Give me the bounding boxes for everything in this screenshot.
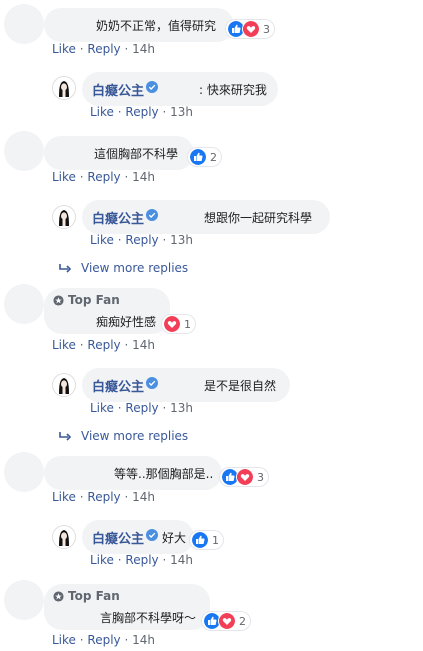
comment-actions: Like · Reply · 14h [52, 170, 156, 184]
comment-text: 這個胸部不科學 [94, 147, 179, 161]
reaction-summary[interactable]: 2 [188, 148, 221, 166]
reply-link[interactable]: Reply [87, 633, 120, 647]
love-icon [163, 315, 181, 333]
reply-actions: Like · Reply · 14h [90, 553, 194, 567]
comment-text: 等等..那個胸部是.. [114, 467, 214, 481]
reply-text: 是不是很自然 [204, 379, 277, 393]
timestamp[interactable]: 13h [170, 401, 193, 415]
reply-link[interactable]: Reply [87, 42, 120, 56]
like-link[interactable]: Like [52, 633, 76, 647]
reply-arrow-icon [58, 263, 72, 273]
love-icon [236, 468, 254, 486]
reply-author[interactable]: 白癡公主 [92, 208, 144, 227]
avatar[interactable] [4, 4, 44, 44]
view-more-replies-link[interactable]: View more replies [81, 429, 188, 443]
reply-author[interactable]: 白癡公主 [92, 80, 144, 99]
reply-link[interactable]: Reply [125, 553, 158, 567]
reply-text: 想跟你一起研究科學 [204, 211, 313, 225]
timestamp[interactable]: 14h [170, 553, 193, 567]
avatar[interactable] [4, 452, 44, 492]
comment-actions: Like · Reply · 14h [52, 338, 156, 352]
reply-link[interactable]: Reply [125, 233, 158, 247]
timestamp[interactable]: 14h [132, 490, 155, 504]
avatar[interactable] [52, 76, 76, 100]
like-link[interactable]: Like [52, 170, 76, 184]
reply-actions: Like · Reply · 13h [90, 233, 194, 247]
comment-text: 言胸部不科學呀～ [100, 611, 197, 625]
comment-text: 痴痴好性感 [96, 315, 157, 329]
reaction-count: 3 [263, 22, 270, 36]
like-link[interactable]: Like [52, 338, 76, 352]
reaction-summary[interactable]: 1 [162, 315, 195, 333]
timestamp[interactable]: 14h [132, 633, 155, 647]
like-link[interactable]: Like [90, 401, 114, 415]
avatar[interactable] [52, 525, 76, 549]
reply-link[interactable]: Reply [125, 105, 158, 119]
reaction-summary[interactable]: 3 [220, 468, 268, 486]
love-icon [218, 612, 236, 630]
reply-actions: Like · Reply · 13h [90, 105, 194, 119]
reaction-count: 2 [210, 150, 217, 164]
like-link[interactable]: Like [90, 553, 114, 567]
love-icon [242, 20, 260, 38]
like-link[interactable]: Like [52, 490, 76, 504]
like-icon [189, 148, 207, 166]
reply-author[interactable]: 白癡公主 [92, 528, 144, 547]
reaction-summary[interactable]: 1 [190, 531, 223, 549]
comment-text: 奶奶不正常，值得研究 [96, 19, 217, 33]
timestamp[interactable]: 14h [132, 338, 155, 352]
timestamp[interactable]: 14h [132, 170, 155, 184]
verified-badge-icon [146, 377, 158, 389]
timestamp[interactable]: 14h [132, 42, 155, 56]
avatar[interactable] [4, 131, 44, 171]
reaction-count: 1 [184, 317, 191, 331]
avatar[interactable] [52, 205, 76, 229]
comment-actions: Like · Reply · 14h [52, 42, 156, 56]
like-link[interactable]: Like [52, 42, 76, 56]
reply-link[interactable]: Reply [87, 338, 120, 352]
avatar[interactable] [4, 284, 44, 324]
reaction-summary[interactable]: 3 [226, 20, 274, 38]
timestamp[interactable]: 13h [170, 105, 193, 119]
like-link[interactable]: Like [90, 105, 114, 119]
reply-link[interactable]: Reply [87, 170, 120, 184]
reply-text: : 快來研究我 [199, 83, 267, 97]
avatar[interactable] [4, 580, 44, 620]
top-fan-star-icon [53, 295, 64, 306]
reply-actions: Like · Reply · 13h [90, 401, 194, 415]
reply-arrow-icon [58, 431, 72, 441]
reaction-count: 3 [257, 470, 264, 484]
timestamp[interactable]: 13h [170, 233, 193, 247]
verified-badge-icon [146, 529, 158, 541]
reply-author[interactable]: 白癡公主 [92, 376, 144, 395]
reaction-count: 1 [212, 533, 219, 547]
verified-badge-icon [146, 81, 158, 93]
view-more-replies-link[interactable]: View more replies [81, 261, 188, 275]
top-fan-star-icon [53, 591, 64, 602]
like-icon [191, 531, 209, 549]
top-fan-badge: Top Fan [68, 589, 120, 603]
reaction-count: 2 [239, 614, 246, 628]
like-link[interactable]: Like [90, 233, 114, 247]
reply-link[interactable]: Reply [87, 490, 120, 504]
reaction-summary[interactable]: 2 [202, 612, 250, 630]
reply-text: 好大 [162, 531, 187, 545]
reply-link[interactable]: Reply [125, 401, 158, 415]
comment-actions: Like · Reply · 14h [52, 490, 156, 504]
verified-badge-icon [146, 209, 158, 221]
avatar[interactable] [52, 373, 76, 397]
top-fan-badge: Top Fan [68, 293, 120, 307]
comment-actions: Like · Reply · 14h [52, 633, 156, 647]
